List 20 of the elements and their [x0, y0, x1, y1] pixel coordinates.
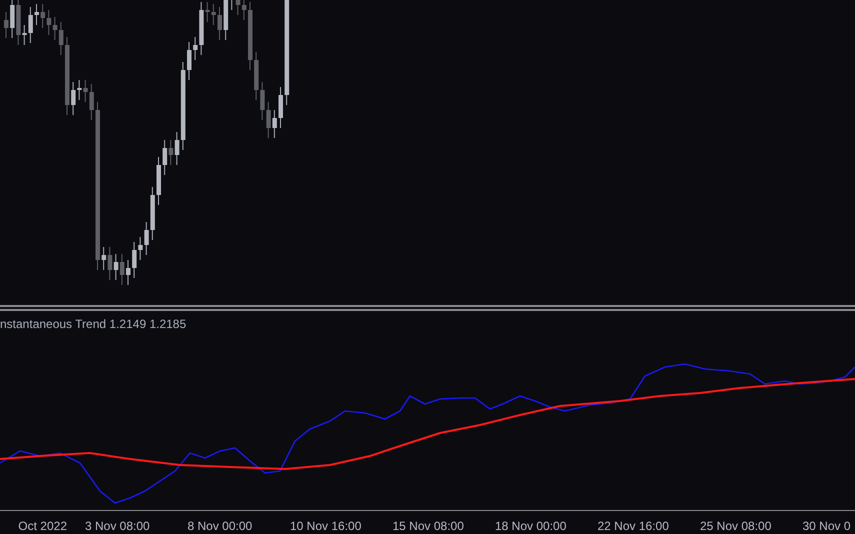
candlestick — [34, 4, 39, 26]
time-axis-label: 30 Nov 0 — [802, 519, 852, 533]
candlestick — [126, 260, 130, 286]
time-axis-label: Oct 2022 — [17, 519, 68, 533]
candlestick — [4, 12, 8, 38]
candlestick — [224, 0, 228, 40]
candlestick — [187, 42, 192, 80]
candlestick — [231, 0, 232, 10]
time-axis-label: 18 Nov 00:00 — [494, 519, 568, 533]
time-axis-label: 22 Nov 16:00 — [596, 519, 670, 533]
indicator-label: nstantaneous Trend 1.2149 1.2185 — [0, 317, 186, 331]
time-axis-label: 25 Nov 08:00 — [699, 519, 772, 533]
time-axis-label: 10 Nov 16:00 — [289, 519, 362, 533]
time-axis-label: 15 Nov 08:00 — [392, 519, 465, 533]
candlestick — [248, 2, 252, 70]
candlestick — [218, 6, 222, 40]
candlestick — [278, 86, 283, 128]
time-axis-label: 3 Nov 08:00 — [84, 519, 151, 533]
candlestick — [156, 156, 161, 206]
time-axis-label: 8 Nov 00:00 — [186, 519, 254, 533]
